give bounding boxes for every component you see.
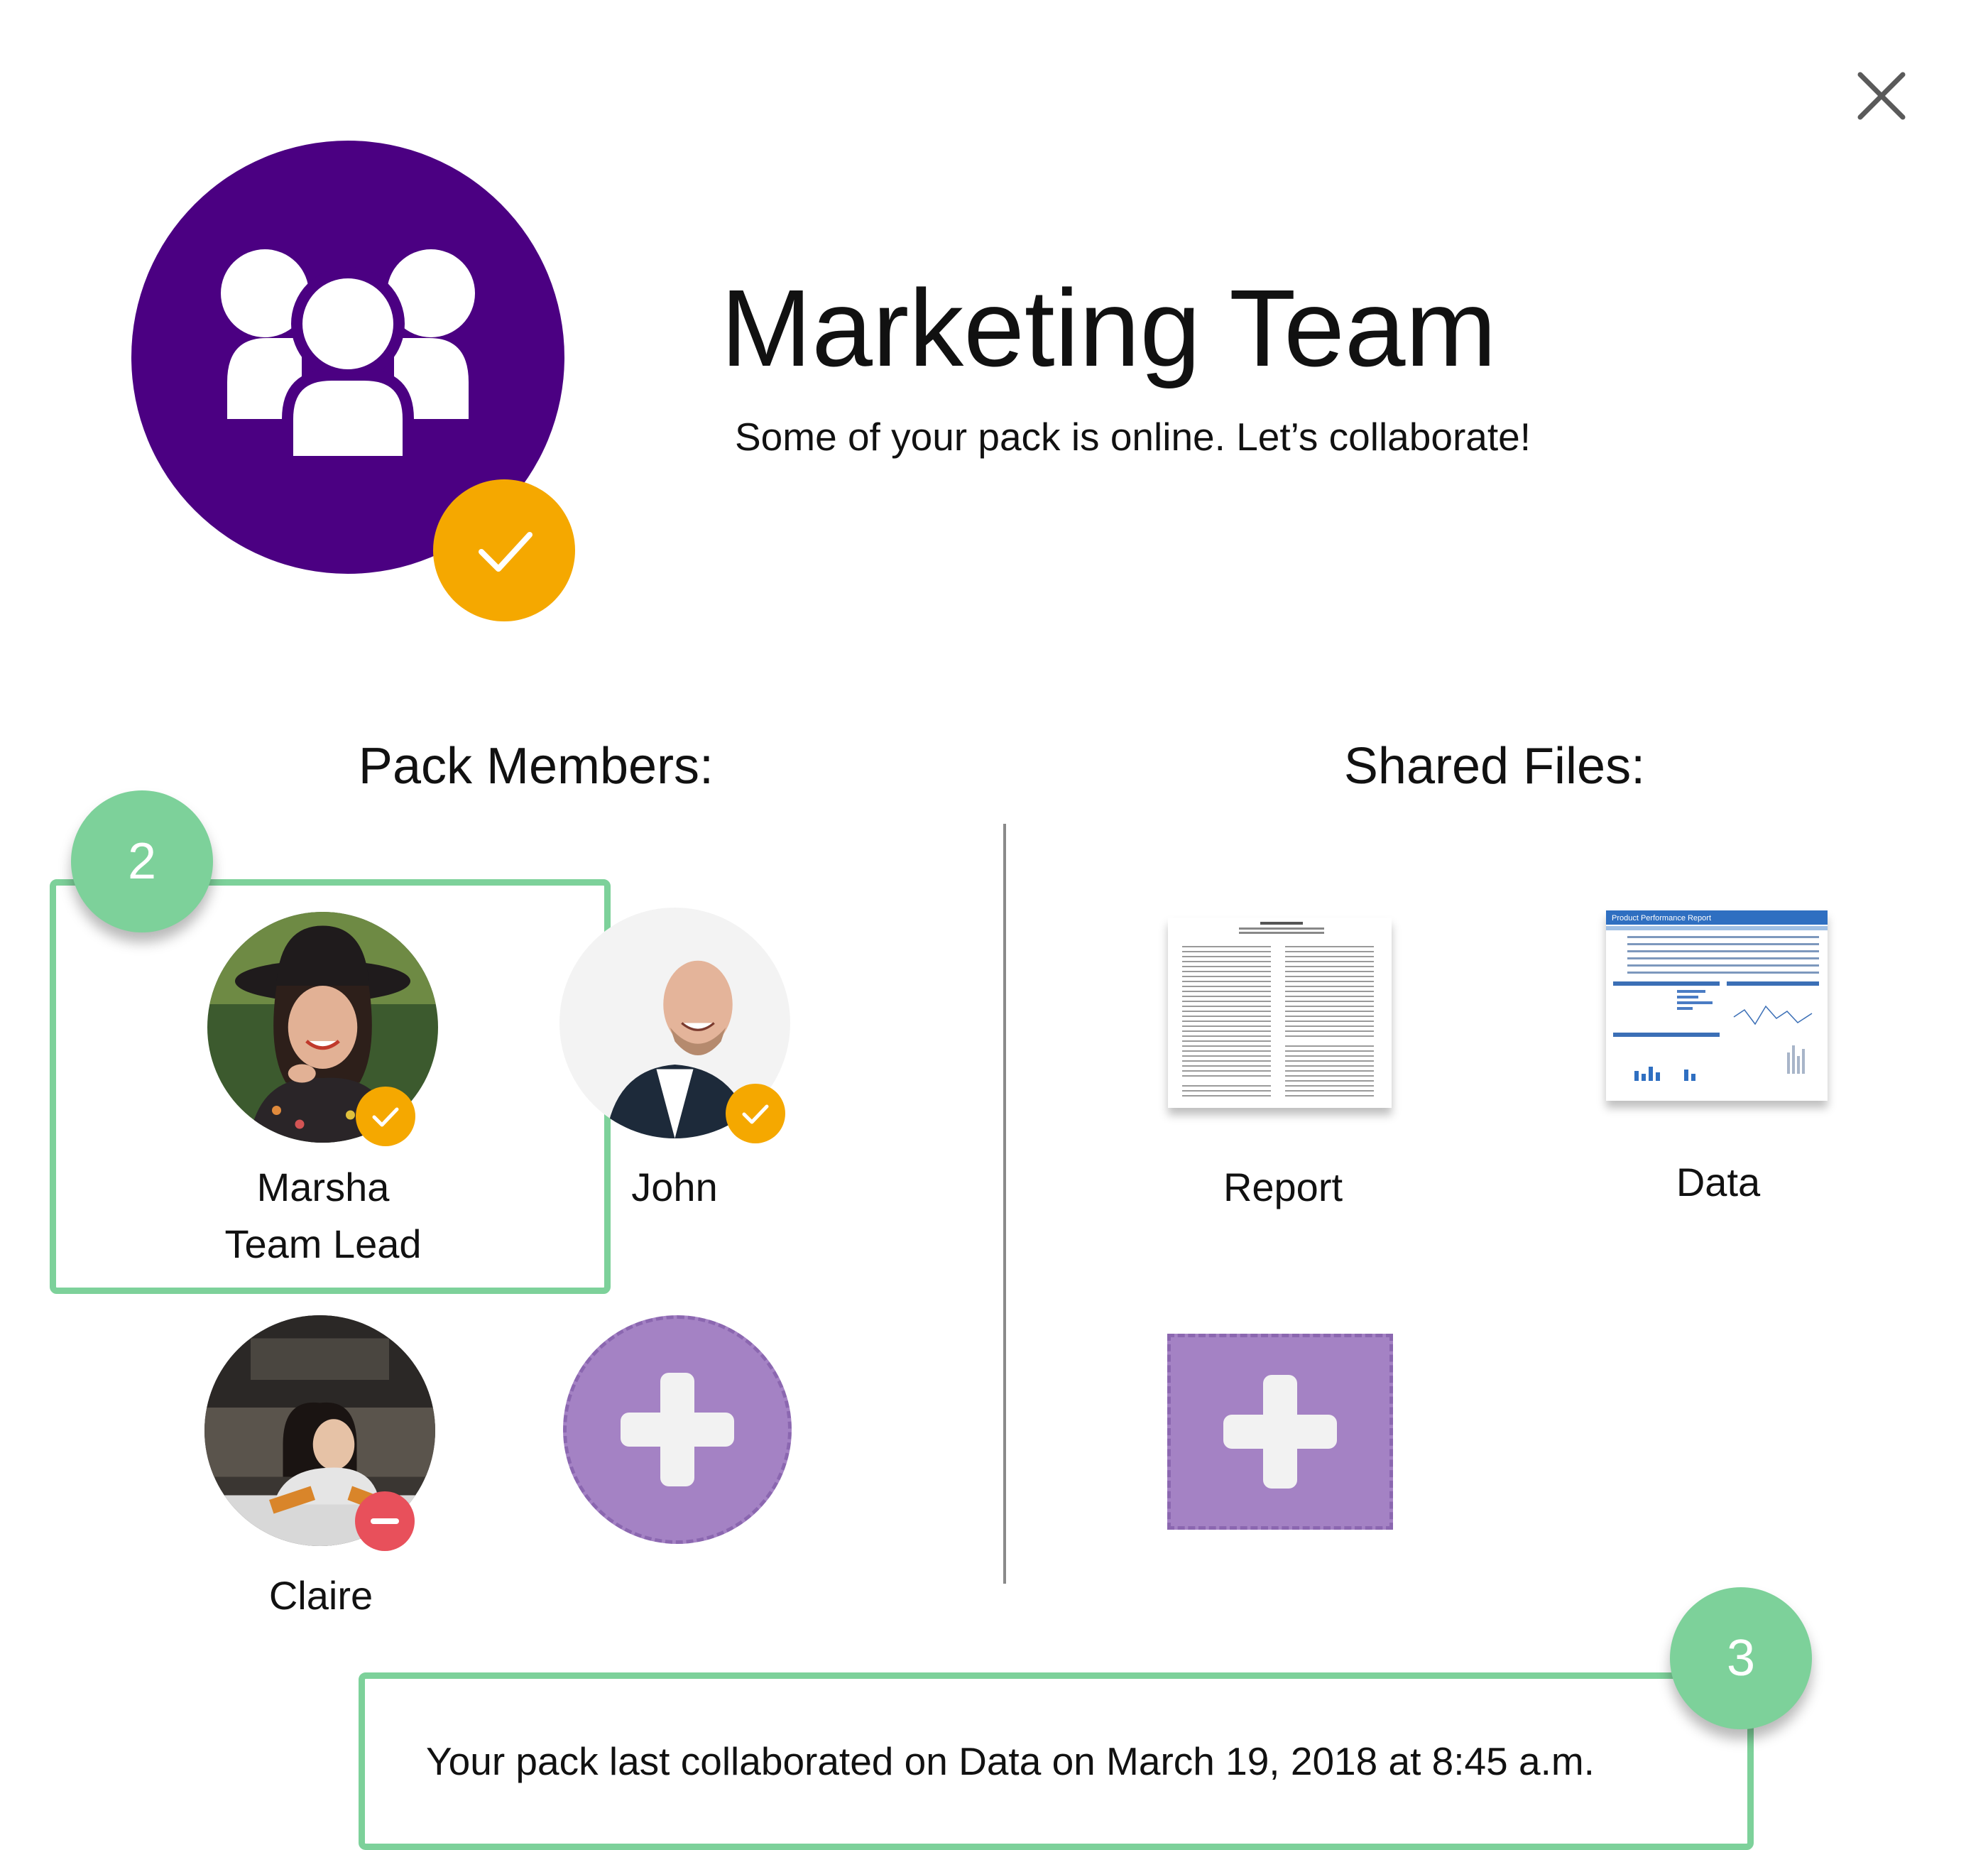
file-label-data: Data bbox=[1676, 1160, 1761, 1204]
section-divider bbox=[1003, 824, 1006, 1584]
claire-away-badge bbox=[355, 1491, 415, 1551]
marsha-online-badge bbox=[356, 1087, 415, 1146]
close-icon bbox=[1857, 72, 1906, 120]
close-button[interactable] bbox=[1846, 60, 1917, 131]
page-subtitle: Some of your pack is online. Let’s colla… bbox=[735, 415, 1531, 459]
member-role: Team Lead bbox=[224, 1221, 422, 1266]
member-name-john: John bbox=[631, 1165, 718, 1209]
page-title: Marketing Team bbox=[721, 267, 1497, 389]
files-heading: Shared Files: bbox=[1343, 738, 1646, 795]
checkmark-icon bbox=[372, 1107, 399, 1127]
file-thumbnail-data[interactable]: Product Performance Report bbox=[1606, 910, 1828, 1101]
step-badge-3: 3 bbox=[1670, 1587, 1812, 1729]
team-online-badge bbox=[433, 479, 575, 621]
file-thumbnail-report[interactable] bbox=[1168, 918, 1392, 1108]
file-label-report: Report bbox=[1223, 1165, 1343, 1209]
members-heading: Pack Members: bbox=[358, 738, 714, 795]
john-online-badge bbox=[726, 1084, 785, 1143]
checkmark-icon bbox=[742, 1104, 769, 1124]
add-member-button[interactable] bbox=[563, 1315, 792, 1544]
member-name-marsha: Marsha Team Lead bbox=[224, 1159, 421, 1273]
step-badge-2: 2 bbox=[71, 790, 213, 932]
data-thumbnail-title: Product Performance Report bbox=[1612, 914, 1711, 923]
member-name: Marsha bbox=[256, 1165, 390, 1209]
minus-icon bbox=[371, 1518, 399, 1524]
plus-icon bbox=[1223, 1375, 1337, 1489]
plus-icon bbox=[621, 1373, 734, 1486]
member-name-claire: Claire bbox=[268, 1573, 373, 1618]
add-file-button[interactable] bbox=[1167, 1334, 1393, 1530]
checkmark-icon bbox=[479, 532, 532, 572]
last-collaboration-message: Your pack last collaborated on Data on M… bbox=[426, 1739, 1595, 1783]
